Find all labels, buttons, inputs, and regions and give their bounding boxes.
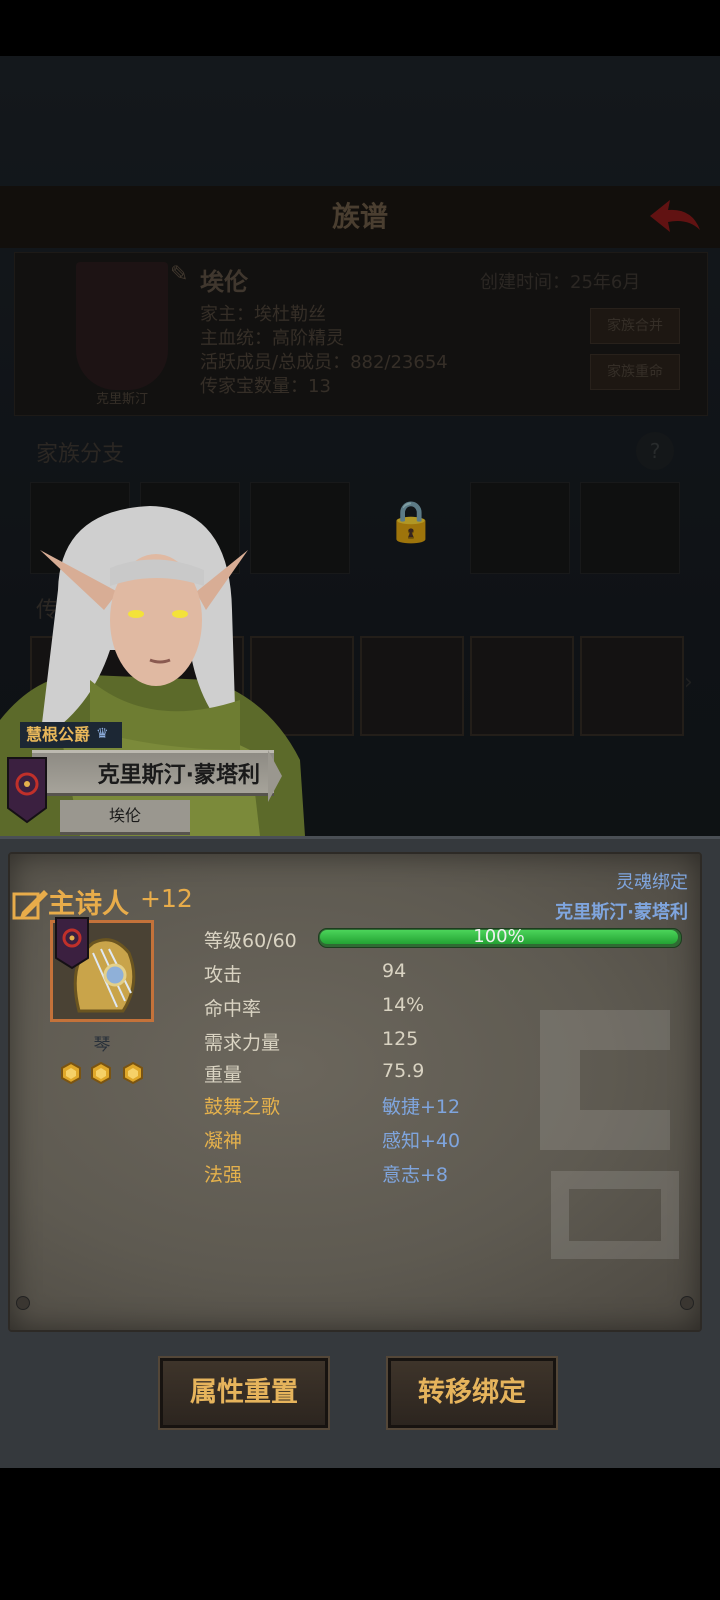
stat-value-spell-power: 意志+8 [382,1164,449,1186]
reset-attributes-button[interactable]: 属性重置 [158,1356,330,1430]
stat-value-inspire-song: 敏捷+12 [382,1096,461,1118]
stat-label-hit-rate: 命中率 [204,998,262,1020]
rune-watermark-icon [540,1010,679,1259]
stat-label-weight: 重量 [204,1064,243,1086]
stat-value-hit-rate: 14% [382,994,425,1016]
crown-icon: ♛ [96,726,109,742]
soul-bind-label: 灵魂绑定 [616,872,688,893]
name-plate-end [268,750,282,802]
level-label: 等级60/60 [204,930,297,952]
gem-slot-icon [61,1062,81,1084]
level-progress-text: 100% [473,926,525,947]
item-enhance-level: +12 [140,884,193,913]
stat-label-spell-power: 法强 [204,1164,243,1186]
stat-label-strength-req: 需求力量 [204,1032,281,1054]
gem-slot-icon [123,1062,143,1084]
character-name: 克里斯汀·蒙塔利 [32,750,274,796]
stat-value-focus: 感知+40 [382,1130,461,1152]
bottom-bar [0,1468,720,1600]
rename-item-icon[interactable] [12,884,48,920]
stat-value-weight: 75.9 [382,1060,425,1082]
top-bar [0,0,720,56]
soul-bind-owner: 克里斯汀·蒙塔利 [555,902,688,923]
stat-label-focus: 凝神 [204,1130,243,1152]
house-banner-icon [7,757,47,824]
item-type: 琴 [93,1035,111,1055]
stat-label-inspire-song: 鼓舞之歌 [204,1096,281,1118]
stat-label-attack: 攻击 [204,964,243,986]
rivet [16,1296,30,1310]
house-banner-icon [55,917,89,970]
gem-slot-icon [91,1062,111,1084]
transfer-binding-button[interactable]: 转移绑定 [386,1356,558,1430]
rivet [680,1296,694,1310]
character-house: 埃伦 [60,800,190,835]
stat-value-attack: 94 [382,960,407,982]
stat-value-strength-req: 125 [382,1028,419,1050]
